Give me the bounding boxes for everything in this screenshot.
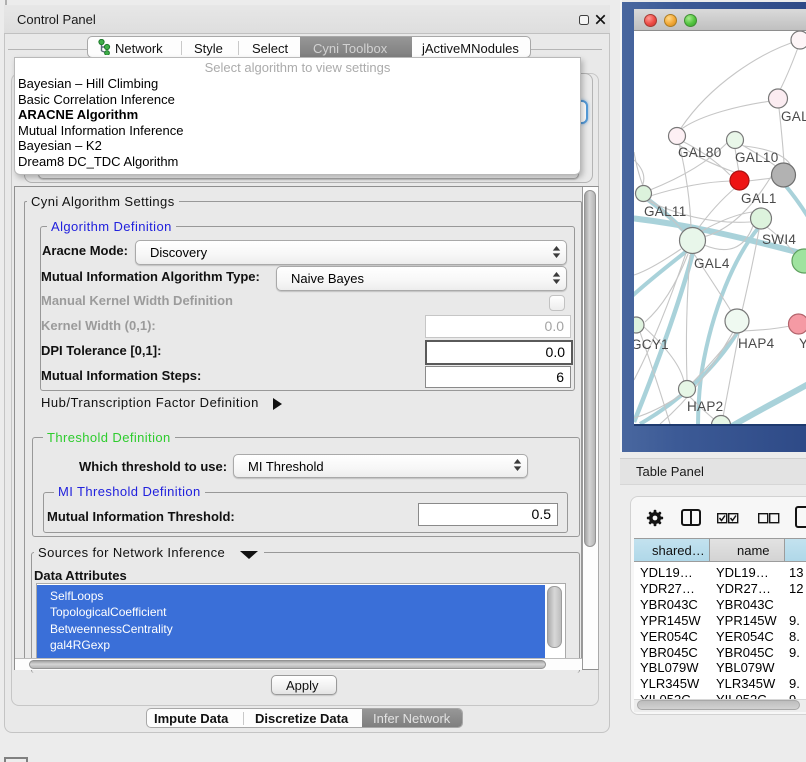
svg-text:GAL80: GAL80 bbox=[678, 145, 722, 160]
svg-text:GCY1: GCY1 bbox=[634, 337, 669, 352]
svg-text:GAL10: GAL10 bbox=[735, 150, 779, 165]
svg-text:GAL11: GAL11 bbox=[644, 204, 687, 219]
svg-text:HAP4: HAP4 bbox=[738, 336, 775, 351]
svg-text:GAL4: GAL4 bbox=[694, 256, 730, 271]
svg-text:GAL1: GAL1 bbox=[741, 191, 777, 206]
svg-text:YM: YM bbox=[799, 336, 806, 351]
svg-text:HAP2: HAP2 bbox=[687, 399, 723, 414]
svg-text:GAL7: GAL7 bbox=[781, 109, 806, 124]
svg-text:SWI4: SWI4 bbox=[762, 232, 796, 247]
